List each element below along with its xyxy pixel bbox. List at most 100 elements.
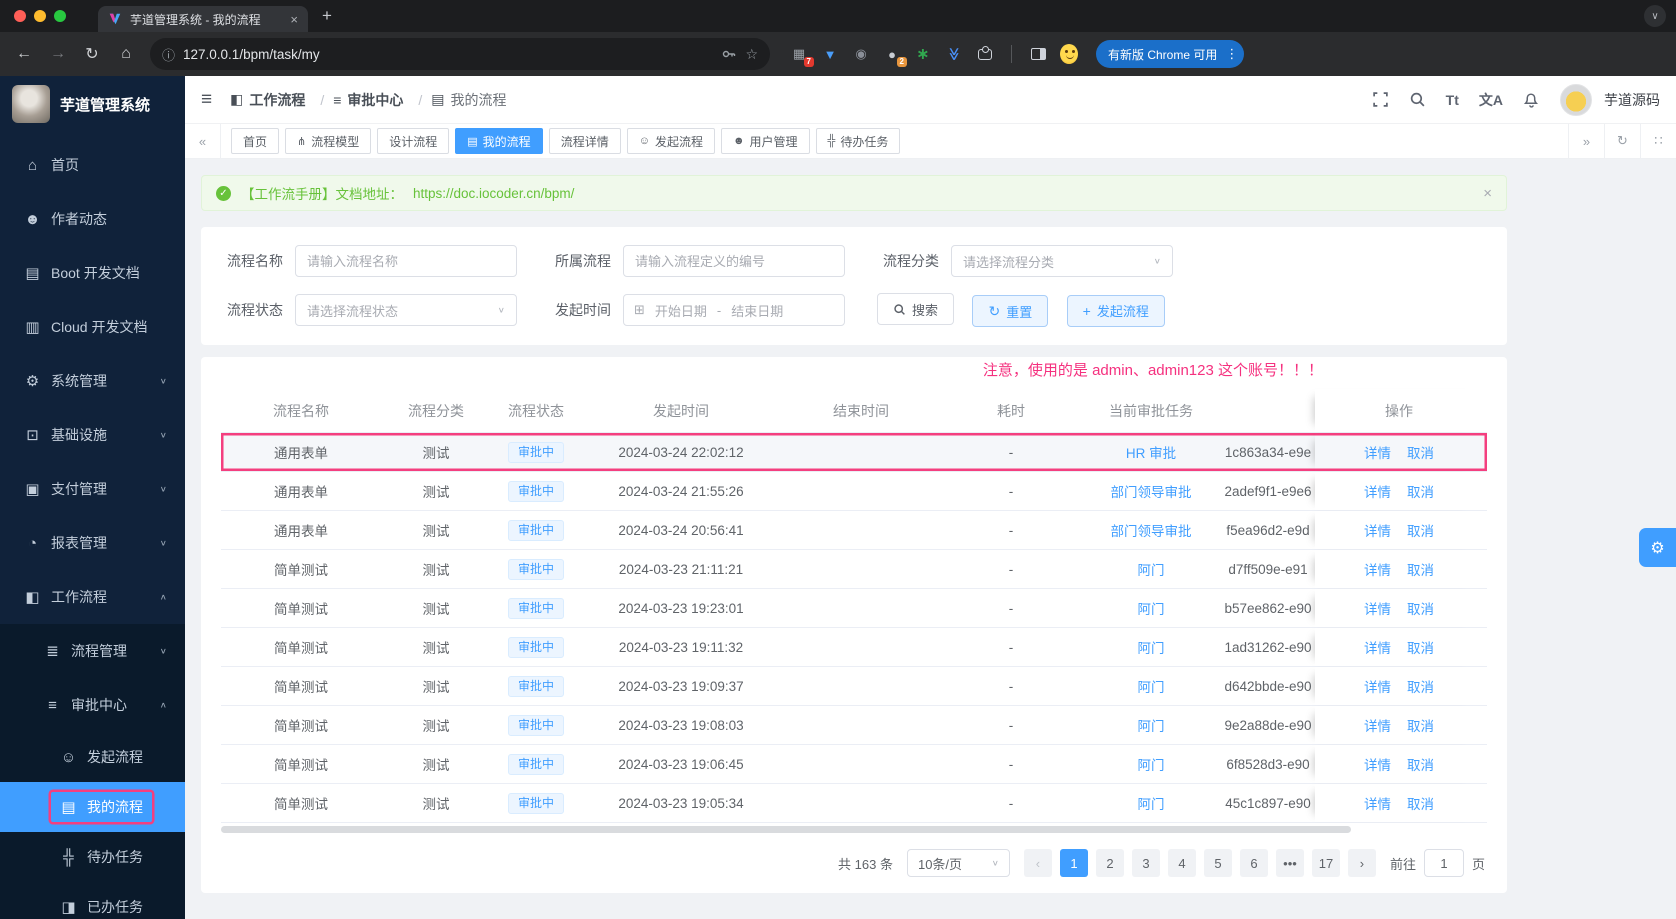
current-task-link[interactable]: 部门领导审批 — [1111, 485, 1192, 500]
sidebar-item-process-mgmt[interactable]: ≣ 流程管理 ∨ — [0, 624, 185, 678]
cancel-link[interactable]: 取消 — [1407, 598, 1434, 618]
sidebar-item-todo-tasks[interactable]: ╬ 待办任务 — [0, 832, 185, 882]
sidebar-item-my-process[interactable]: ▤ 我的流程 — [0, 782, 185, 832]
detail-link[interactable]: 详情 — [1364, 754, 1391, 774]
sidebar-item-boot-docs[interactable]: ▤ Boot 开发文档 — [0, 246, 185, 300]
site-info-icon[interactable]: ⓘ — [162, 45, 175, 64]
search-button[interactable]: 搜索 — [877, 293, 955, 325]
tag-tab[interactable]: ╬ 待办任务 — [815, 128, 901, 154]
table-row[interactable]: 简单测试 测试 审批中 2024-03-23 19:23:01 - 阿门 b57… — [221, 589, 1487, 628]
side-panel-icon[interactable] — [1029, 45, 1047, 63]
current-task-link[interactable]: HR 审批 — [1126, 446, 1176, 461]
collapse-menu-icon[interactable]: ≡ — [201, 89, 212, 111]
extension-icon-star[interactable]: ∗ — [914, 45, 932, 63]
home-icon[interactable]: ⌂ — [112, 40, 140, 68]
browser-tab[interactable]: 芋道管理系统 - 我的流程 × — [98, 6, 308, 32]
breadcrumb-item[interactable]: ▤ 我的流程 / — [431, 90, 506, 110]
notification-bell-icon[interactable] — [1523, 91, 1540, 108]
profile-avatar-icon[interactable] — [1060, 44, 1078, 64]
create-process-button[interactable]: + 发起流程 — [1066, 294, 1165, 327]
detail-link[interactable]: 详情 — [1364, 442, 1391, 462]
tags-scroll-right-icon[interactable]: » — [1568, 124, 1604, 158]
table-row[interactable]: 简单测试 测试 审批中 2024-03-23 19:08:03 - 阿门 9e2… — [221, 706, 1487, 745]
status-select[interactable]: 请选择流程状态 ∨ — [295, 294, 517, 326]
sidebar-item-system-mgmt[interactable]: ⚙ 系统管理 ∨ — [0, 354, 185, 408]
tag-tab[interactable]: ☺ 发起流程 — [626, 128, 715, 154]
translate-icon[interactable]: 文A — [1479, 90, 1503, 110]
page-button[interactable]: 1 — [1059, 849, 1088, 877]
alert-close-icon[interactable]: × — [1483, 185, 1492, 202]
font-size-icon[interactable]: Tt — [1446, 92, 1459, 108]
page-button[interactable]: ••• — [1275, 849, 1304, 877]
user-avatar[interactable] — [1560, 83, 1592, 116]
current-task-link[interactable]: 阿门 — [1138, 641, 1165, 656]
jump-page-input[interactable] — [1423, 849, 1464, 877]
tags-scroll-left-icon[interactable]: « — [185, 124, 221, 158]
breadcrumb-item[interactable]: ≡ 审批中心 / — [333, 90, 431, 110]
maximize-window-button[interactable] — [54, 10, 66, 22]
current-task-link[interactable]: 阿门 — [1138, 719, 1165, 734]
sidebar-item-done-tasks[interactable]: ◨ 已办任务 — [0, 882, 185, 919]
page-button[interactable]: 6 — [1239, 849, 1268, 877]
tag-tab[interactable]: ▤ 我的流程 — [455, 128, 543, 154]
page-size-select[interactable]: 10条/页 ∨ — [906, 849, 1010, 877]
sidebar-item-approval-center[interactable]: ≡ 审批中心 ∧ — [0, 678, 185, 732]
bookmark-star-icon[interactable]: ☆ — [745, 46, 758, 63]
table-row[interactable]: 通用表单 测试 审批中 2024-03-24 20:56:41 - 部门领导审批 — [221, 511, 1487, 550]
app-logo[interactable]: 芋道管理系统 — [0, 76, 185, 132]
browser-menu-icon[interactable]: ⋮ — [1225, 46, 1238, 62]
detail-link[interactable]: 详情 — [1364, 637, 1391, 657]
current-task-link[interactable]: 阿门 — [1138, 680, 1165, 695]
extensions-puzzle-icon[interactable] — [976, 45, 994, 63]
table-row[interactable]: 简单测试 测试 审批中 2024-03-23 19:06:45 - 阿门 6f8… — [221, 745, 1487, 784]
horizontal-scrollbar-thumb[interactable] — [221, 826, 1351, 833]
settings-drawer-button[interactable]: ⚙ — [1639, 528, 1676, 567]
alert-link[interactable]: https://doc.iocoder.cn/bpm/ — [413, 186, 574, 201]
process-definition-input[interactable] — [623, 245, 845, 277]
close-window-button[interactable] — [14, 10, 26, 22]
minimize-window-button[interactable] — [34, 10, 46, 22]
sidebar-item-payment-mgmt[interactable]: ▣ 支付管理 ∨ — [0, 462, 185, 516]
reset-button[interactable]: ↻ 重置 — [972, 295, 1049, 327]
date-range-picker[interactable]: ⊞ 开始日期 - 结束日期 — [623, 294, 845, 326]
cancel-link[interactable]: 取消 — [1407, 442, 1434, 462]
new-tab-button[interactable]: + — [322, 6, 332, 26]
current-task-link[interactable]: 阿门 — [1138, 602, 1165, 617]
tag-tab[interactable]: 流程详情 — [548, 128, 621, 154]
page-button[interactable]: ‹ — [1023, 849, 1052, 877]
cancel-link[interactable]: 取消 — [1407, 481, 1434, 501]
layout-grid-icon[interactable]: ∷ — [1640, 124, 1676, 158]
sidebar-item-infrastructure[interactable]: ⊡ 基础设施 ∨ — [0, 408, 185, 462]
fullscreen-icon[interactable] — [1372, 91, 1389, 108]
chrome-update-button[interactable]: 有新版 Chrome 可用 ⋮ — [1096, 40, 1245, 68]
cancel-link[interactable]: 取消 — [1407, 637, 1434, 657]
page-button[interactable]: 2 — [1095, 849, 1124, 877]
breadcrumb-item[interactable]: ◧ 工作流程 / — [230, 90, 333, 110]
sidebar-item-workflow[interactable]: ◧ 工作流程 ∧ — [0, 570, 185, 624]
current-task-link[interactable]: 阿门 — [1138, 797, 1165, 812]
detail-link[interactable]: 详情 — [1364, 793, 1391, 813]
sidebar-item-author-news[interactable]: ☻ 作者动态 — [0, 192, 185, 246]
extension-icon-grid[interactable]: ▦ 7 — [790, 45, 814, 67]
table-row[interactable]: 简单测试 测试 审批中 2024-03-23 19:05:34 - 阿门 45c… — [221, 784, 1487, 823]
tab-search-icon[interactable]: ∨ — [1644, 5, 1666, 27]
tag-tab[interactable]: 设计流程 — [377, 128, 450, 154]
detail-link[interactable]: 详情 — [1364, 520, 1391, 540]
reload-icon[interactable]: ↻ — [78, 40, 106, 68]
current-task-link[interactable]: 部门领导审批 — [1111, 524, 1192, 539]
cancel-link[interactable]: 取消 — [1407, 754, 1434, 774]
page-button[interactable]: 3 — [1131, 849, 1160, 877]
detail-link[interactable]: 详情 — [1364, 715, 1391, 735]
back-icon[interactable]: ← — [10, 40, 38, 68]
cancel-link[interactable]: 取消 — [1407, 676, 1434, 696]
url-bar[interactable]: ⓘ 127.0.0.1/bpm/task/my ☆ — [150, 38, 770, 70]
tag-tab[interactable]: ☻ 用户管理 — [720, 128, 810, 154]
extension-icon-chevrons[interactable]: ≫ — [945, 45, 963, 63]
username[interactable]: 芋道源码 — [1604, 90, 1660, 110]
detail-link[interactable]: 详情 — [1364, 559, 1391, 579]
detail-link[interactable]: 详情 — [1364, 676, 1391, 696]
table-row[interactable]: 通用表单 测试 审批中 2024-03-24 21:55:26 - 部门领导审批 — [221, 472, 1487, 511]
current-task-link[interactable]: 阿门 — [1138, 758, 1165, 773]
tag-tab[interactable]: ⋔ 流程模型 — [285, 128, 372, 154]
extension-icon-kite[interactable]: ▼ — [821, 45, 839, 63]
